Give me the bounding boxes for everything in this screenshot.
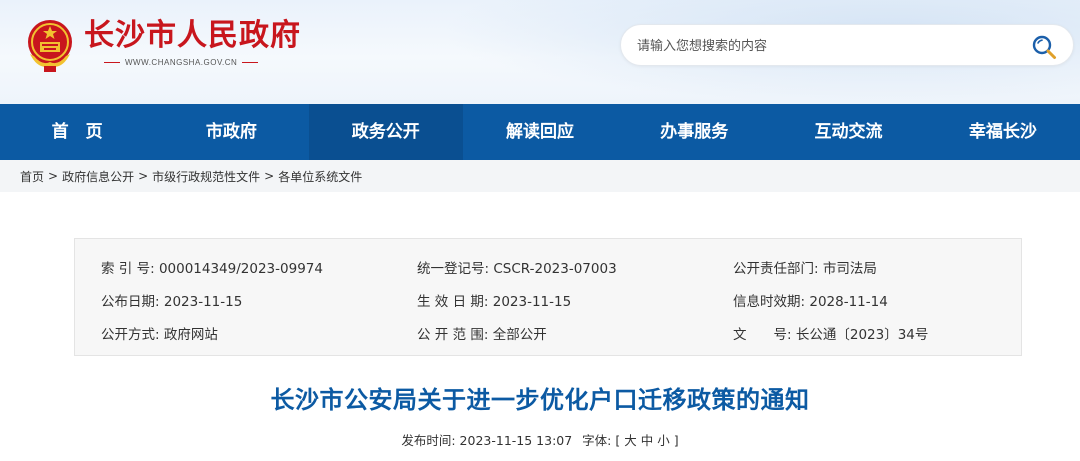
search-icon[interactable] [1031,34,1057,60]
info-expdate-value: 2028-11-14 [809,294,888,310]
breadcrumb-city-docs[interactable]: 市级行政规范性文件 [152,168,260,185]
domain-divider [242,62,259,63]
search-box [620,24,1074,66]
site-header: 长沙市人民政府 WWW.CHANGSHA.GOV.CN [0,0,1080,104]
nav-item-interaction[interactable]: 互动交流 [771,104,925,160]
domain-divider [104,62,120,63]
font-size-small[interactable]: 小 [657,433,670,448]
publish-time-label: 发布时间: [401,433,456,448]
breadcrumb-gov-info[interactable]: 政府信息公开 [62,168,134,185]
font-size-medium[interactable]: 中 [641,433,654,448]
font-size-label: 字体: [582,433,612,448]
nav-item-city-government[interactable]: 市政府 [154,104,308,160]
info-index-value: 000014349/2023-09974 [158,261,323,277]
font-bracket-close: ] [673,433,679,448]
nav-item-home[interactable]: 首 页 [0,104,154,160]
info-dept-value: 市司法局 [822,261,877,277]
info-publish-method: 公开方式: 政府网站 [101,323,218,343]
info-expdate-label: 信息时效期: [733,294,806,310]
info-index: 索 引 号: 000014349/2023-09974 [101,257,323,277]
info-effective-date: 生 效 日 期: 2023-11-15 [417,290,571,310]
site-title[interactable]: 长沙市人民政府 [84,18,301,54]
info-document-number: 文 号: 长公通〔2023〕34号 [733,323,928,343]
search-input[interactable] [637,34,1017,58]
font-size-large[interactable]: 大 [624,433,637,448]
breadcrumb: 首页 > 政府信息公开 > 市级行政规范性文件 > 各单位系统文件 [0,160,1080,192]
info-pubdate-value: 2023-11-15 [163,294,243,310]
info-index-label: 索 引 号: [101,261,155,277]
document-title: 长沙市公安局关于进一步优化户口迁移政策的通知 [270,386,810,414]
font-bracket-open: [ [615,433,621,448]
info-expiry-date: 信息时效期: 2028-11-14 [733,290,888,310]
info-pubdate-label: 公布日期: [101,294,160,310]
info-docno-label: 文 号: [733,327,792,343]
info-reg-value: CSCR-2023-07003 [493,261,617,277]
site-domain-wrap: WWW.CHANGSHA.GOV.CN [104,58,259,67]
site-domain: WWW.CHANGSHA.GOV.CN [125,58,238,67]
info-reg-label: 统一登记号: [417,261,490,277]
breadcrumb-home[interactable]: 首页 [20,168,44,185]
info-method-label: 公开方式: [101,327,160,343]
nav-item-happy-changsha[interactable]: 幸福长沙 [926,104,1080,160]
info-effdate-label: 生 效 日 期: [417,294,489,310]
info-department: 公开责任部门: 市司法局 [733,257,877,277]
document-info-table: 索 引 号: 000014349/2023-09974 统一登记号: CSCR-… [74,238,1022,356]
info-method-value: 政府网站 [163,327,218,343]
breadcrumb-separator: > [264,169,275,183]
nav-item-government-affairs[interactable]: 政务公开 [308,104,463,160]
info-publish-date: 公布日期: 2023-11-15 [101,290,242,310]
nav-item-services[interactable]: 办事服务 [617,104,771,160]
national-emblem-icon[interactable] [24,18,76,74]
main-nav: 首 页 市政府 政务公开 解读回应 办事服务 互动交流 幸福长沙 [0,104,1080,160]
info-scope-label: 公 开 范 围: [417,327,489,343]
info-registration: 统一登记号: CSCR-2023-07003 [417,257,617,277]
info-scope-value: 全部公开 [492,327,547,343]
info-effdate-value: 2023-11-15 [492,294,572,310]
info-docno-value: 长公通〔2023〕34号 [795,327,929,343]
breadcrumb-separator: > [138,169,149,183]
publish-time: 2023-11-15 13:07 [459,433,573,448]
nav-item-interpretation[interactable]: 解读回应 [463,104,617,160]
breadcrumb-unit-docs[interactable]: 各单位系统文件 [278,168,362,185]
info-dept-label: 公开责任部门: [733,261,819,277]
breadcrumb-separator: > [48,169,59,183]
info-publish-scope: 公 开 范 围: 全部公开 [417,323,547,343]
document-meta: 发布时间: 2023-11-15 13:07 字体: [ 大 中 小 ] [0,430,1080,449]
